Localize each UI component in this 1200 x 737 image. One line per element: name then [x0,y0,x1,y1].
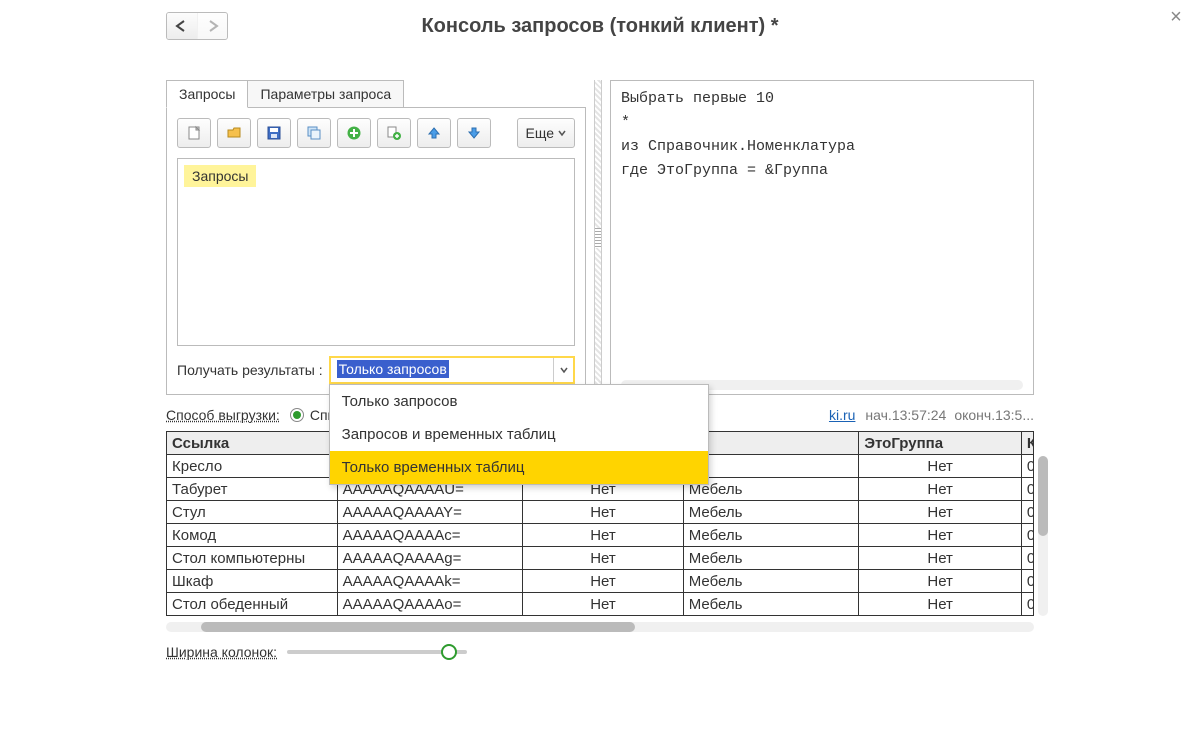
tab-queries[interactable]: Запросы [166,80,248,108]
table-vertical-scrollbar[interactable] [1038,456,1048,616]
query-code-text: Выбрать первые 10 * из Справочник.Номенк… [621,90,855,179]
chevron-down-icon [560,366,568,374]
combo-dropdown-button[interactable] [553,358,573,382]
time-end: оконч.13:5... [954,407,1034,423]
table-cell[interactable]: Стул [167,501,338,524]
table-cell[interactable]: Стол обеденный [167,593,338,616]
more-button[interactable]: Еще [517,118,576,148]
table-cell[interactable]: 0 [1021,570,1033,593]
table-cell[interactable]: Нет [859,593,1022,616]
table-cell[interactable]: AAAAAQAAAAo= [337,593,523,616]
table-cell[interactable]: Нет [523,547,684,570]
table-cell[interactable]: Комод [167,524,338,547]
export-radio-list[interactable] [290,408,304,422]
col-header[interactable]: Ссылка [167,432,338,455]
table-cell[interactable]: Нет [523,524,684,547]
combo-dropdown-list: Только запросов Запросов и временных таб… [329,384,709,485]
table-cell[interactable] [683,455,859,478]
move-up-icon[interactable] [417,118,451,148]
combo-option[interactable]: Только временных таблиц [330,451,708,484]
column-width-label: Ширина колонок: [166,644,277,660]
table-cell[interactable]: Мебель [683,547,859,570]
table-cell[interactable]: 0 [1021,524,1033,547]
table-cell[interactable]: Табурет [167,478,338,501]
time-start: нач.13:57:24 [865,407,946,423]
table-cell[interactable]: 0 [1021,455,1033,478]
new-file-icon[interactable] [177,118,211,148]
table-row[interactable]: Стол обеденныйAAAAAQAAAAo=НетМебельНет0 [167,593,1034,616]
table-cell[interactable]: Нет [523,570,684,593]
result-mode-selected: Только запросов [337,360,449,378]
combo-option[interactable]: Запросов и временных таблиц [330,418,708,451]
col-header[interactable]: К [1021,432,1033,455]
table-row[interactable]: КомодAAAAAQAAAAc=НетМебельНет0 [167,524,1034,547]
column-width-slider[interactable] [287,650,467,654]
table-cell[interactable]: Стол компьютерны [167,547,338,570]
nav-buttons [166,12,228,40]
table-cell[interactable]: Шкаф [167,570,338,593]
table-cell[interactable]: 0 [1021,478,1033,501]
save-icon[interactable] [257,118,291,148]
copy-icon[interactable] [297,118,331,148]
add-icon[interactable] [337,118,371,148]
table-cell[interactable]: Нет [859,455,1022,478]
window-title: Консоль запросов (тонкий клиент) * [166,15,1034,38]
table-cell[interactable]: Нет [859,570,1022,593]
table-cell[interactable]: 0 [1021,593,1033,616]
add-child-icon[interactable] [377,118,411,148]
more-button-label: Еще [526,125,555,141]
table-row[interactable]: ШкафAAAAAQAAAAk=НетМебельНет0 [167,570,1034,593]
table-row[interactable]: Стол компьютерныAAAAAQAAAAg=НетМебельНет… [167,547,1034,570]
table-row[interactable]: СтулAAAAAQAAAAY=НетМебельНет0 [167,501,1034,524]
table-cell[interactable]: Мебель [683,570,859,593]
query-code-editor[interactable]: Выбрать первые 10 * из Справочник.Номенк… [610,80,1034,395]
result-mode-combo[interactable]: Только запросов Только запросов Запросов… [329,356,575,384]
chevron-down-icon [558,129,566,137]
table-cell[interactable]: Нет [859,478,1022,501]
nav-forward-button[interactable] [197,13,227,39]
close-button[interactable]: × [1166,6,1186,29]
queries-tree[interactable]: Запросы [177,158,575,346]
site-link[interactable]: ki.ru [829,407,855,423]
table-cell[interactable]: Нет [523,501,684,524]
table-cell[interactable]: AAAAAQAAAAY= [337,501,523,524]
tree-root-item[interactable]: Запросы [184,165,256,187]
table-cell[interactable]: Нет [523,593,684,616]
export-mode-label: Способ выгрузки: [166,407,280,423]
move-down-icon[interactable] [457,118,491,148]
table-cell[interactable]: Нет [859,501,1022,524]
vertical-splitter[interactable] [594,80,602,395]
table-cell[interactable]: 0 [1021,547,1033,570]
table-cell[interactable]: AAAAAQAAAAg= [337,547,523,570]
result-mode-label: Получать результаты : [177,362,323,378]
nav-back-button[interactable] [167,13,197,39]
open-folder-icon[interactable] [217,118,251,148]
table-horizontal-scrollbar[interactable] [166,622,1034,632]
slider-thumb[interactable] [441,644,457,660]
table-cell[interactable]: Мебель [683,501,859,524]
col-header[interactable]: ЭтоГруппа [859,432,1022,455]
table-cell[interactable]: Мебель [683,478,859,501]
table-cell[interactable]: Нет [859,524,1022,547]
table-cell[interactable]: AAAAAQAAAAc= [337,524,523,547]
table-cell[interactable]: Мебель [683,524,859,547]
table-cell[interactable]: 0 [1021,501,1033,524]
col-header[interactable] [683,432,859,455]
combo-option[interactable]: Только запросов [330,385,708,418]
table-cell[interactable]: Мебель [683,593,859,616]
table-cell[interactable]: Кресло [167,455,338,478]
tab-parameters[interactable]: Параметры запроса [247,80,404,108]
table-cell[interactable]: AAAAAQAAAAk= [337,570,523,593]
table-cell[interactable]: Нет [859,547,1022,570]
